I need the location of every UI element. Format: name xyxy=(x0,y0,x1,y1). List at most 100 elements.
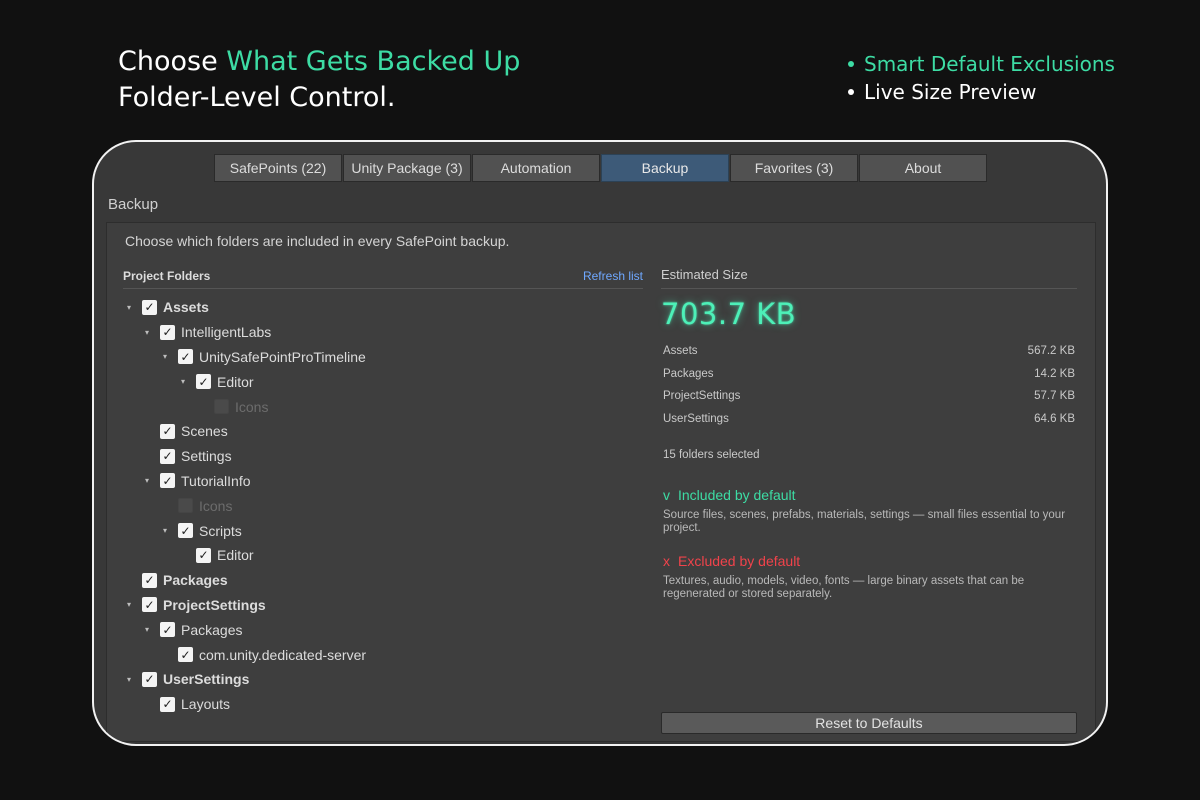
tab-about[interactable]: About xyxy=(859,154,987,182)
tree-row: ▾✓Editor xyxy=(123,543,643,568)
tab-automation[interactable]: Automation xyxy=(472,154,600,182)
section-title: Backup xyxy=(108,196,159,213)
folder-label: Settings xyxy=(181,448,232,465)
expand-arrow-icon[interactable]: ▾ xyxy=(141,624,153,636)
folder-tree: ▾ ✓ Assets ▾ ✓ IntelligentLabs ▾ ✓ UnitySafePoin… xyxy=(123,295,643,717)
folder-checkbox[interactable]: ✓ xyxy=(178,349,193,365)
headline: Choose What Gets Backed Up Folder-Level … xyxy=(118,44,520,116)
size-row-name: ProjectSettings xyxy=(663,390,741,402)
bullet-icon xyxy=(848,61,854,67)
tab-favorites[interactable]: Favorites (3) xyxy=(730,154,858,182)
folder-label: Scripts xyxy=(199,522,242,539)
folder-label: com.unity.dedicated-server xyxy=(199,646,367,663)
folder-checkbox[interactable]: ✓ xyxy=(160,324,175,340)
folder-label: Icons xyxy=(199,497,233,514)
excluded-rule: x Excluded by default Textures, audio, mo… xyxy=(661,553,1077,601)
headline-line1: Choose What Gets Backed Up xyxy=(118,44,520,80)
folder-checkbox[interactable]: ✓ xyxy=(214,399,229,415)
tab-safepoints[interactable]: SafePoints (22) xyxy=(214,154,342,182)
size-row-value: 567.2 KB xyxy=(1027,345,1075,357)
excluded-description: Textures, audio, models, video, fonts — … xyxy=(663,575,1025,600)
size-row: Assets 567.2 KB xyxy=(661,345,1077,368)
tab-backup[interactable]: Backup xyxy=(601,154,729,182)
folder-tree-column: Project Folders Refresh list ▾ ✓ Assets ▾ ✓ I… xyxy=(123,267,643,717)
folder-checkbox[interactable]: ✓ xyxy=(142,572,157,588)
excluded-label: Excluded by default xyxy=(678,553,801,569)
tab-bar: SafePoints (22) Unity Package (3) Automa… xyxy=(214,154,987,182)
refresh-list-link[interactable]: Refresh list xyxy=(583,269,643,283)
tree-row: ▾ ✓ Packages xyxy=(123,617,643,642)
folder-label: Editor xyxy=(217,547,254,564)
expand-arrow-icon[interactable]: ▾ xyxy=(141,475,153,487)
folder-label: UnitySafePointProTimeline xyxy=(199,348,366,365)
tree-row: ▾ ✓ Editor xyxy=(123,369,643,394)
expand-arrow-icon[interactable]: ▾ xyxy=(159,525,171,537)
feature-item: Smart Default Exclusions xyxy=(848,50,1115,78)
folder-checkbox[interactable]: ✓ xyxy=(142,597,157,613)
headline-accent: What Gets Backed Up xyxy=(226,46,521,77)
tree-row: ▾ ✓ UserSettings xyxy=(123,667,643,692)
folder-checkbox[interactable]: ✓ xyxy=(178,647,193,663)
reset-to-defaults-button[interactable]: Reset to Defaults xyxy=(661,712,1077,734)
tree-row: ▾ ✓ IntelligentLabs xyxy=(123,320,643,345)
estimated-size-total: 703.7 KB xyxy=(661,297,797,331)
size-summary: Estimated Size 703.7 KB Assets 567.2 KB P… xyxy=(661,267,1077,601)
expand-arrow-icon[interactable]: ▾ xyxy=(141,326,153,338)
expand-arrow-icon[interactable]: ▾ xyxy=(123,301,135,313)
folder-label: Packages xyxy=(181,621,243,638)
tab-unity-package[interactable]: Unity Package (3) xyxy=(343,154,471,182)
size-row-value: 57.7 KB xyxy=(1034,390,1075,402)
folder-checkbox[interactable]: ✓ xyxy=(142,299,157,315)
expand-arrow-icon[interactable]: ▾ xyxy=(123,599,135,611)
size-row: ProjectSettings 57.7 KB xyxy=(661,390,1077,413)
size-row-name: Assets xyxy=(663,345,698,357)
feature-label: Live Size Preview xyxy=(864,80,1037,104)
headline-line2: Folder-Level Control. xyxy=(118,82,396,113)
folder-checkbox[interactable]: ✓ xyxy=(160,696,175,712)
tree-row: ▾ ✓ ProjectSettings xyxy=(123,593,643,618)
included-title: v Included by default xyxy=(663,487,1077,503)
folder-checkbox[interactable]: ✓ xyxy=(160,473,175,489)
included-description: Source files, scenes, prefabs, materials… xyxy=(663,509,1066,534)
size-row: Packages 14.2 KB xyxy=(661,368,1077,391)
bullet-icon xyxy=(848,89,854,95)
tree-row: ▾ ✓ TutorialInfo xyxy=(123,469,643,494)
feature-label: Smart Default Exclusions xyxy=(864,52,1115,76)
folder-label: Assets xyxy=(163,299,209,316)
folder-label: Layouts xyxy=(181,696,231,713)
headline-prefix: Choose xyxy=(118,46,227,77)
panel-description: Choose which folders are included in eve… xyxy=(125,233,510,249)
feature-item: Live Size Preview xyxy=(848,78,1115,106)
folder-label: Icons xyxy=(235,398,269,415)
size-breakdown: Assets 567.2 KB Packages 14.2 KB ProjectSe… xyxy=(661,345,1077,435)
folder-label: UserSettings xyxy=(163,671,250,688)
check-icon: v xyxy=(663,487,670,503)
tree-row: ▾✓Icons xyxy=(123,394,643,419)
folder-label: Scenes xyxy=(181,423,228,440)
folder-label: ProjectSettings xyxy=(163,596,266,613)
folder-checkbox[interactable]: ✓ xyxy=(196,547,211,563)
folder-checkbox[interactable]: ✓ xyxy=(196,374,211,390)
folder-checkbox[interactable]: ✓ xyxy=(160,622,175,638)
folder-checkbox[interactable]: ✓ xyxy=(160,448,175,464)
estimated-size-title: Estimated Size xyxy=(661,267,1077,289)
folder-label: Editor xyxy=(217,373,254,390)
x-icon: x xyxy=(663,553,670,569)
folder-checkbox[interactable]: ✓ xyxy=(142,671,157,687)
folder-checkbox[interactable]: ✓ xyxy=(178,498,193,514)
expand-arrow-icon[interactable]: ▾ xyxy=(177,376,189,388)
folder-checkbox[interactable]: ✓ xyxy=(160,423,175,439)
expand-arrow-icon[interactable]: ▾ xyxy=(123,673,135,685)
tree-row: ▾✓Layouts xyxy=(123,692,643,717)
tree-row: ▾✓Settings xyxy=(123,444,643,469)
size-row-name: UserSettings xyxy=(663,412,729,425)
folder-checkbox[interactable]: ✓ xyxy=(178,523,193,539)
tree-row: ▾✓Scenes xyxy=(123,419,643,444)
tree-row: ▾ ✓ Scripts xyxy=(123,518,643,543)
expand-arrow-icon[interactable]: ▾ xyxy=(159,351,171,363)
tree-header-title: Project Folders xyxy=(123,268,211,283)
backup-panel: Choose which folders are included in eve… xyxy=(106,222,1096,742)
folder-count: 15 folders selected xyxy=(663,449,760,461)
tree-row: ▾ ✓ Assets xyxy=(123,295,643,320)
folder-label: IntelligentLabs xyxy=(181,324,272,341)
